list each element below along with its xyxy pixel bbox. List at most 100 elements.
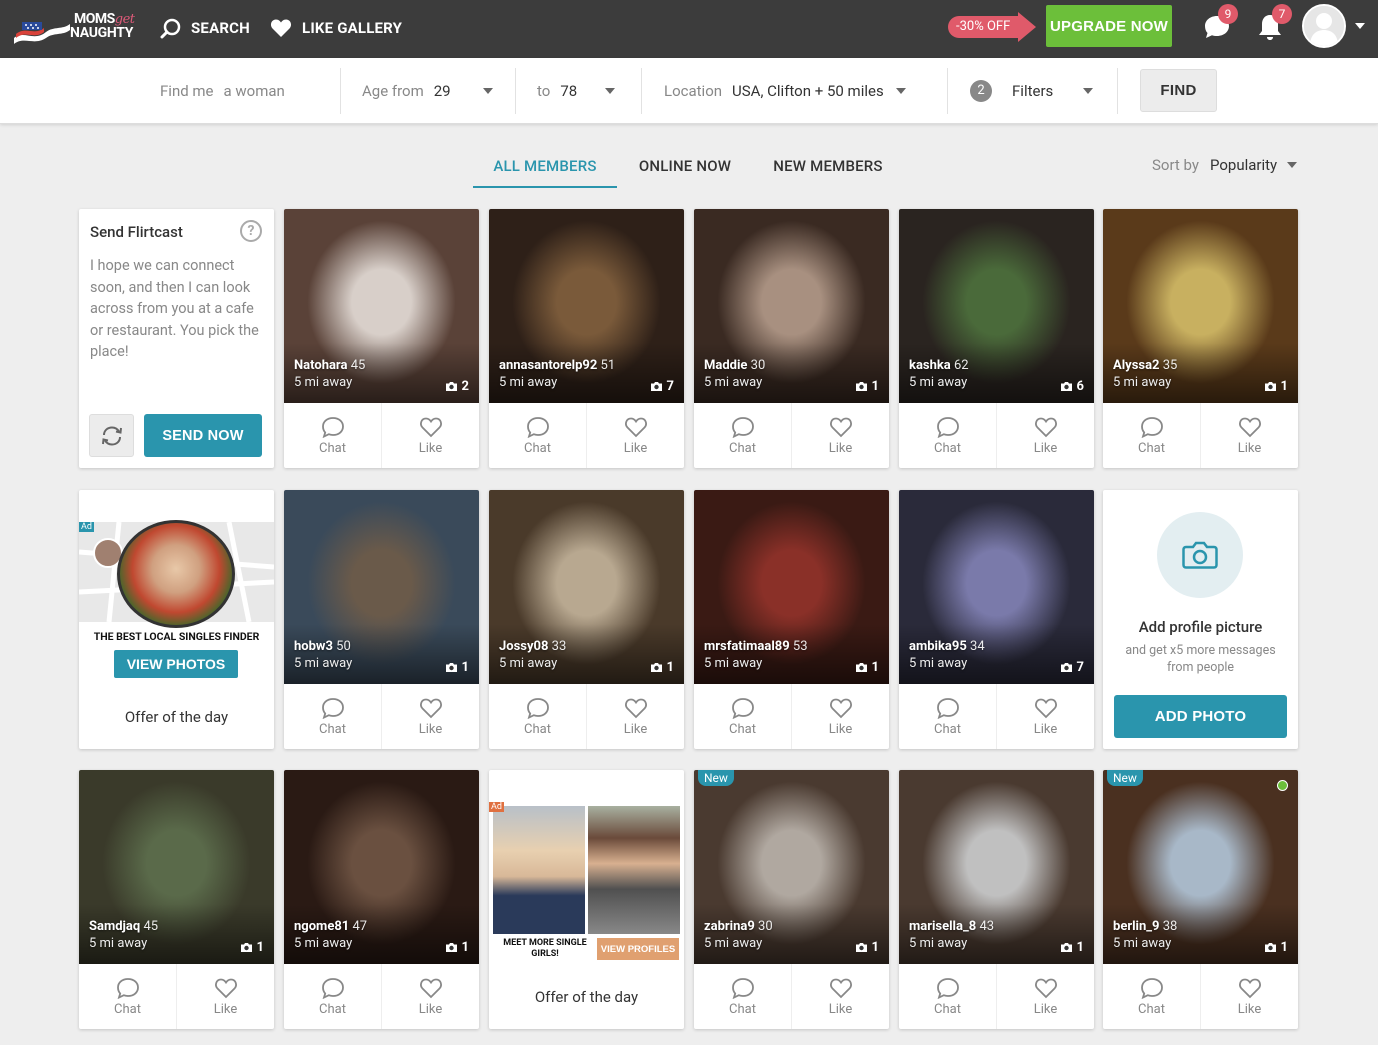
member-card[interactable]: mrsfatimaal89 53 5 mi away 1 Chat Like [694,490,889,749]
view-photos-button[interactable]: VIEW PHOTOS [114,650,238,678]
view-profiles-button[interactable]: VIEW PROFILES [597,938,679,960]
member-name[interactable]: marisella_8 43 [909,919,994,934]
like-button[interactable]: Like [792,684,889,749]
member-photo[interactable] [1103,209,1298,403]
chat-button[interactable]: Chat [899,684,997,749]
chat-button[interactable]: Chat [489,403,587,468]
member-photo[interactable] [489,209,684,403]
send-flirtcast-button[interactable]: SEND NOW [144,414,262,457]
member-card[interactable]: Maddie 30 5 mi away 1 Chat Like [694,209,889,468]
member-name[interactable]: Samdjaq 45 [89,919,158,934]
ad-card-single-girls[interactable]: Ad MEET MORE SINGLE GIRLS! VIEW PROFILES… [489,770,684,1029]
like-button[interactable]: Like [997,684,1094,749]
member-card[interactable]: New zabrina9 30 5 mi away 1 Chat Like [694,770,889,1029]
member-photo[interactable] [284,770,479,964]
member-name[interactable]: hobw3 50 [294,639,351,654]
chat-button[interactable]: Chat [694,403,792,468]
member-name[interactable]: annasantorelp92 51 [499,358,615,373]
add-photo-button[interactable]: ADD PHOTO [1114,695,1287,738]
member-card[interactable]: marisella_8 43 5 mi away 1 Chat Like [899,770,1094,1029]
chat-button[interactable]: Chat [694,964,792,1029]
member-photo[interactable] [694,490,889,684]
like-button[interactable]: Like [587,403,684,468]
member-card[interactable]: hobw3 50 5 mi away 1 Chat Like [284,490,479,749]
chat-button[interactable]: Chat [1103,403,1201,468]
location-select[interactable]: Location USA, Clifton + 50 miles [664,58,934,124]
member-card[interactable]: ambika95 34 5 mi away 7 Chat Like [899,490,1094,749]
chat-button[interactable]: Chat [284,684,382,749]
member-photo[interactable] [284,490,479,684]
chat-button[interactable]: Chat [284,403,382,468]
site-logo[interactable]: MOMSget NAUGHTY [12,10,140,48]
member-card[interactable]: New berlin_9 38 5 mi away 1 Chat Like [1103,770,1298,1029]
chat-button[interactable]: Chat [694,684,792,749]
member-photo[interactable] [694,770,889,964]
ad-card-local-singles[interactable]: Ad THE BEST LOCAL SINGLES FINDER VIEW PH… [79,490,274,749]
member-name[interactable]: mrsfatimaal89 53 [704,639,808,654]
member-photo[interactable] [899,770,1094,964]
user-avatar[interactable] [1302,4,1346,48]
chat-button[interactable]: Chat [899,403,997,468]
chevron-down-icon[interactable] [1355,23,1365,29]
like-button[interactable]: Like [382,964,479,1029]
member-card[interactable]: kashka 62 5 mi away 6 Chat Like [899,209,1094,468]
nav-like-gallery[interactable]: LIKE GALLERY [270,15,402,41]
find-me-select[interactable]: Find me a woman [160,58,330,124]
member-photo[interactable] [694,209,889,403]
member-card[interactable]: Natohara 45 5 mi away 2 Chat Like [284,209,479,468]
chat-button[interactable]: Chat [284,964,382,1029]
member-name[interactable]: berlin_9 38 [1113,919,1177,934]
member-name[interactable]: Jossy08 33 [499,639,566,654]
like-button[interactable]: Like [1201,964,1298,1029]
member-photo[interactable] [79,770,274,964]
member-photo[interactable] [899,209,1094,403]
like-button[interactable]: Like [792,403,889,468]
chat-button[interactable]: Chat [489,684,587,749]
like-button[interactable]: Like [997,964,1094,1029]
member-card[interactable]: Jossy08 33 5 mi away 1 Chat Like [489,490,684,749]
tab-all-members[interactable]: ALL MEMBERS [473,148,617,188]
like-button[interactable]: Like [382,403,479,468]
discount-tag[interactable]: -30% OFF [948,12,1037,42]
like-label: Like [1237,440,1262,456]
notifications-button[interactable]: 7 [1256,4,1292,44]
refresh-message-button[interactable] [89,414,134,457]
chat-button[interactable]: Chat [1103,964,1201,1029]
member-name[interactable]: Maddie 30 [704,358,765,373]
camera-icon-circle[interactable] [1157,512,1243,598]
member-name[interactable]: ambika95 34 [909,639,985,654]
member-card[interactable]: ngome81 47 5 mi away 1 Chat Like [284,770,479,1029]
like-button[interactable]: Like [587,684,684,749]
like-button[interactable]: Like [382,684,479,749]
find-button[interactable]: FIND [1140,69,1217,112]
member-name[interactable]: zabrina9 30 [704,919,773,934]
member-name[interactable]: ngome81 47 [294,919,367,934]
nav-search[interactable]: SEARCH [160,15,250,41]
filters-dropdown[interactable]: 2 Filters [970,58,1098,124]
like-button[interactable]: Like [792,964,889,1029]
member-name[interactable]: kashka 62 [909,358,969,373]
sort-dropdown[interactable]: Sort by Popularity [1152,156,1298,174]
like-button[interactable]: Like [1201,403,1298,468]
member-photo[interactable] [284,209,479,403]
member-name[interactable]: Natohara 45 [294,358,365,373]
upgrade-button[interactable]: UPGRADE NOW [1046,5,1172,47]
chat-button[interactable]: Chat [899,964,997,1029]
like-button[interactable]: Like [177,964,274,1029]
like-button[interactable]: Like [997,403,1094,468]
chat-button[interactable]: Chat [79,964,177,1029]
age-from-select[interactable]: Age from 29 [362,58,495,124]
member-photo[interactable] [489,490,684,684]
member-name[interactable]: Alyssa2 35 [1113,358,1177,373]
member-photo[interactable] [1103,770,1298,964]
messages-button[interactable]: 9 [1202,4,1238,44]
member-card[interactable]: Samdjaq 45 5 mi away 1 Chat Like [79,770,274,1029]
member-photo[interactable] [899,490,1094,684]
help-icon[interactable]: ? [240,220,262,242]
tab-online-now[interactable]: ONLINE NOW [617,148,753,188]
offer-of-the-day: Offer of the day [534,988,639,1006]
member-card[interactable]: Alyssa2 35 5 mi away 1 Chat Like [1103,209,1298,468]
member-card[interactable]: annasantorelp92 51 5 mi away 7 Chat Like [489,209,684,468]
tab-new-members[interactable]: NEW MEMBERS [753,148,903,188]
age-to-select[interactable]: to 78 [537,58,627,124]
